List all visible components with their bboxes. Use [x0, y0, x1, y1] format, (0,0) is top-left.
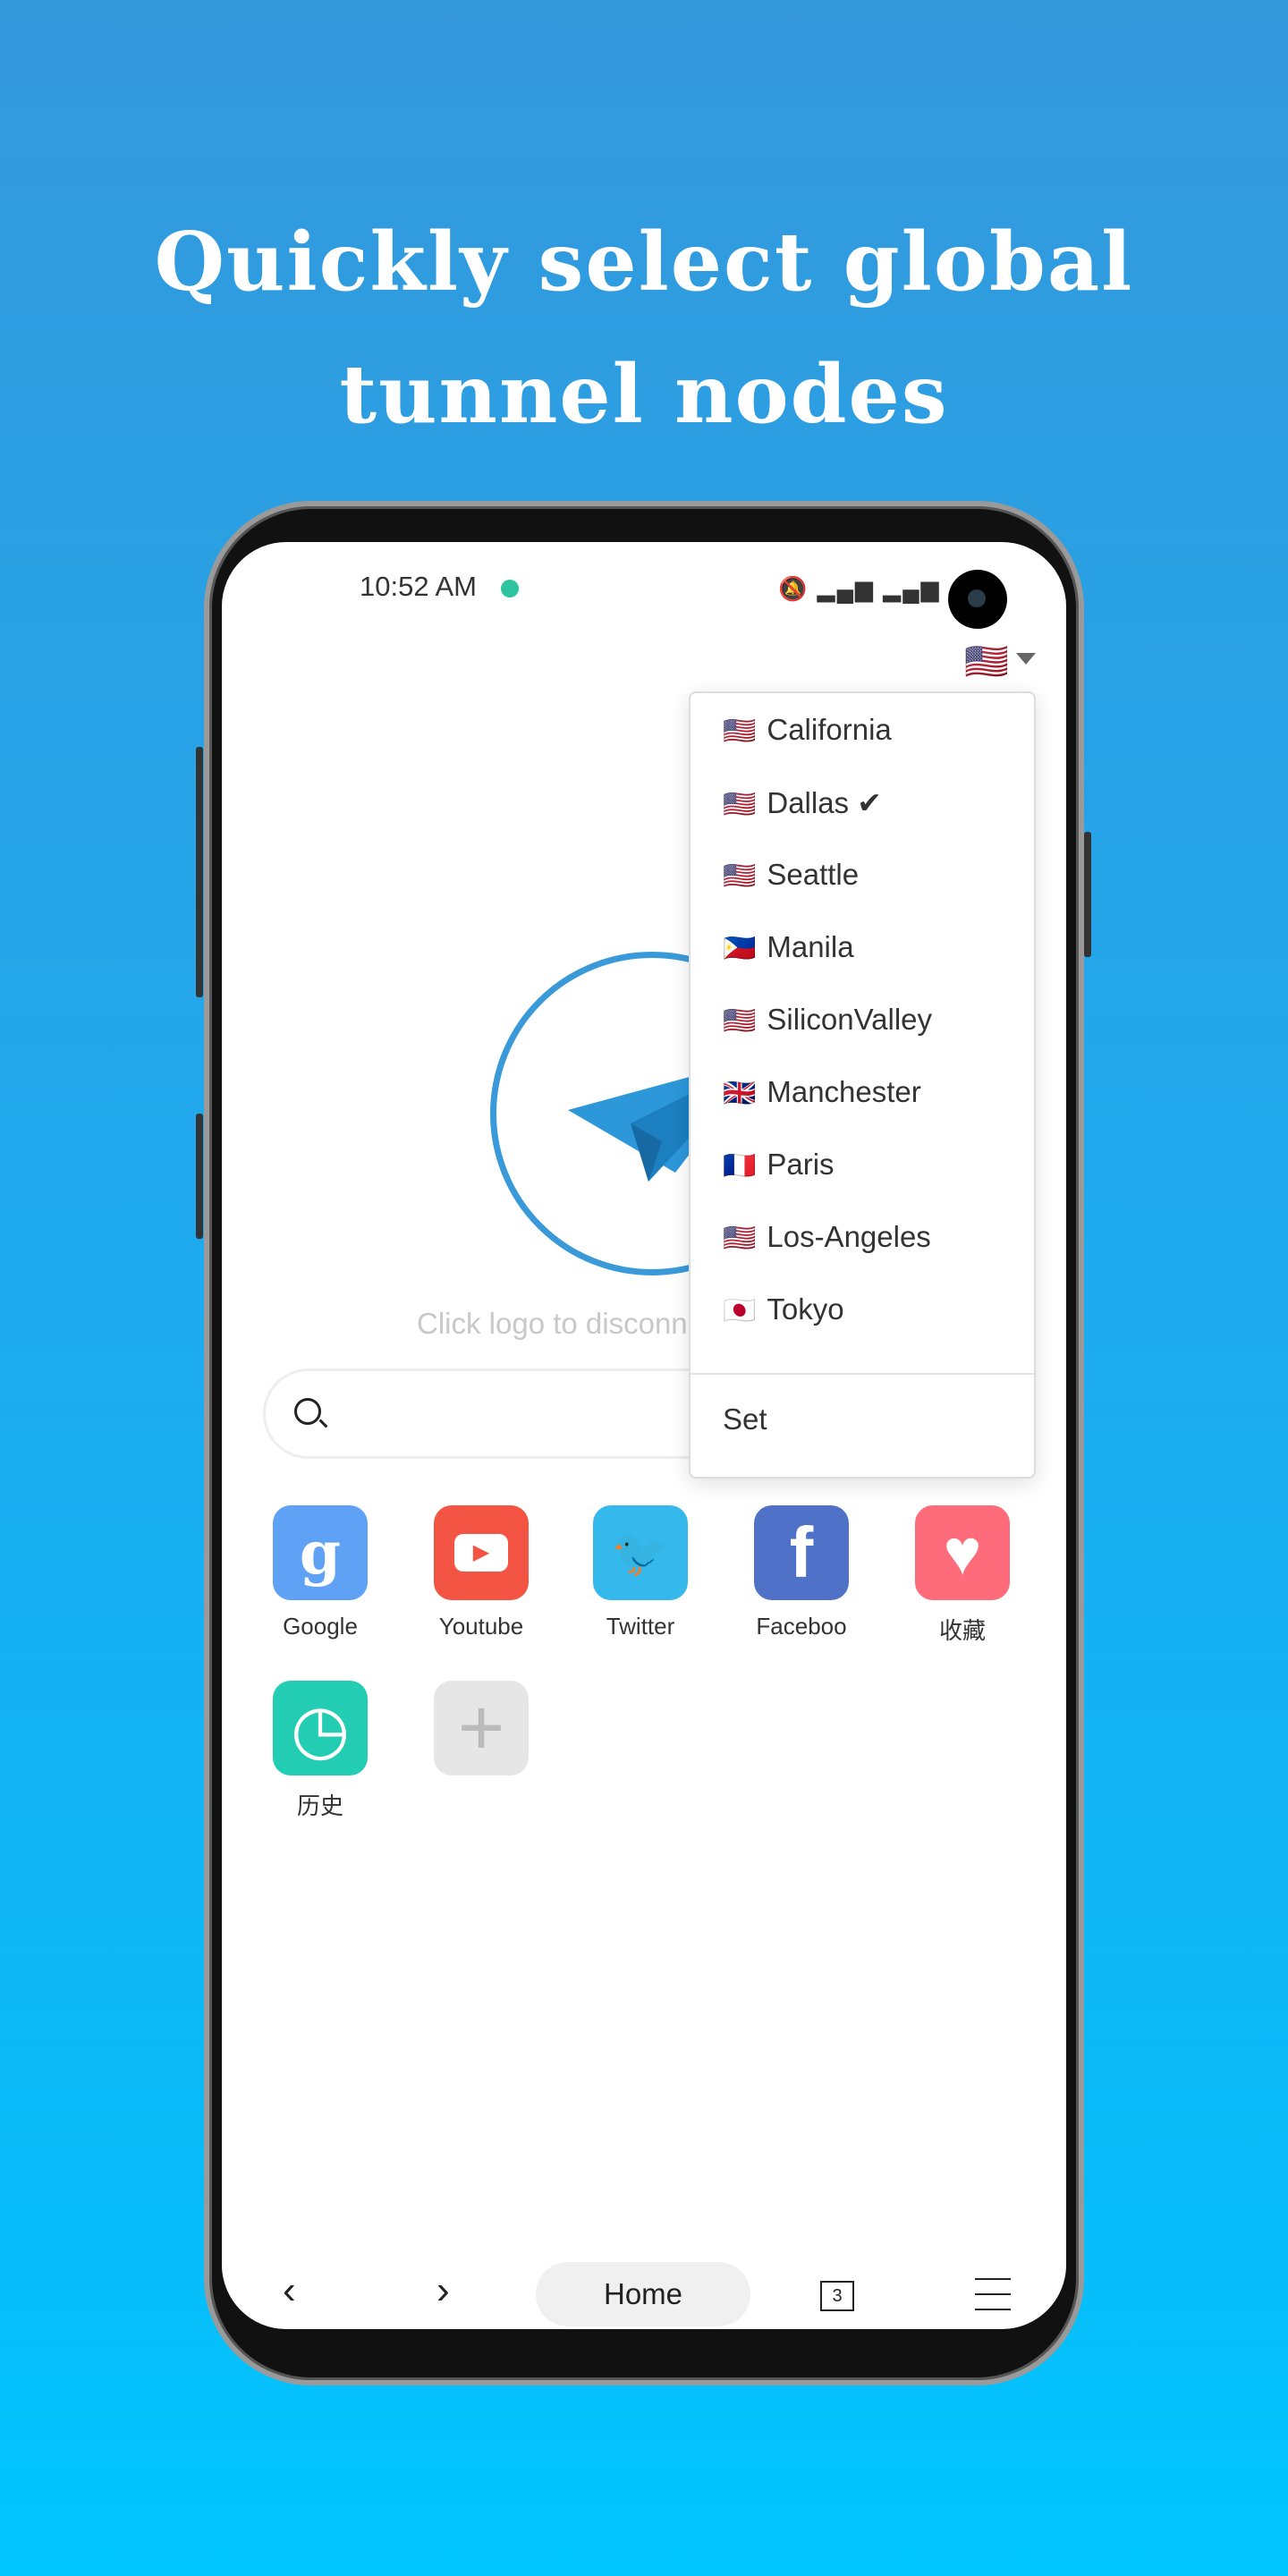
headline-line-2: tunnel nodes [339, 347, 949, 442]
us-flag-icon: 🇺🇸 [723, 861, 757, 891]
headline-line-1: Quickly select global [154, 215, 1134, 309]
google-icon: g [273, 1505, 368, 1600]
shortcut-favorites[interactable]: ♥ 收藏 [891, 1505, 1034, 1646]
twitter-icon: 🐦 [593, 1505, 688, 1600]
caret-down-icon[interactable] [1016, 653, 1036, 665]
us-flag-icon: 🇺🇸 [723, 790, 757, 819]
power-button [1084, 832, 1091, 957]
node-item-manchester[interactable]: 🇬🇧 Manchester [723, 1075, 921, 1109]
node-selector-flag[interactable]: 🇺🇸 [964, 640, 1009, 682]
back-button[interactable]: ‹ [283, 2268, 296, 2313]
node-item-manila[interactable]: 🇵🇭 Manila [723, 930, 854, 964]
shortcut-label: 历史 [296, 1792, 343, 1819]
shortcut-twitter[interactable]: 🐦 Twitter [569, 1505, 712, 1640]
shortcut-label: Twitter [606, 1613, 675, 1640]
plus-icon: + [434, 1681, 529, 1775]
facebook-icon: f [754, 1505, 849, 1600]
phone-screen: 10:52 AM 🔕 ▂▄▆ ▂▄▆ ⌔ ▭ 🇺🇸 Click logo to … [222, 542, 1066, 2329]
node-dropdown-menu: 🇺🇸 California 🇺🇸 Dallas ✔ 🇺🇸 Seattle 🇵🇭 Mani… [689, 691, 1036, 1479]
node-item-tokyo[interactable]: 🇯🇵 Tokyo [723, 1292, 844, 1326]
clock-icon: ◷ [273, 1681, 368, 1775]
shortcut-google[interactable]: g Google [249, 1505, 392, 1640]
node-item-los-angeles[interactable]: 🇺🇸 Los-Angeles [723, 1220, 931, 1254]
shortcut-facebook[interactable]: f Faceboo [730, 1505, 873, 1640]
shortcut-add[interactable]: + [410, 1681, 553, 1775]
youtube-icon: ▶ [434, 1505, 529, 1600]
jp-flag-icon: 🇯🇵 [723, 1296, 757, 1326]
node-item-paris[interactable]: 🇫🇷 Paris [723, 1148, 835, 1182]
home-button[interactable]: Home [536, 2262, 750, 2326]
us-flag-icon: 🇺🇸 [723, 1006, 757, 1036]
status-time: 10:52 AM [360, 571, 477, 602]
shortcut-label: Faceboo [756, 1613, 847, 1640]
shortcut-label: 收藏 [938, 1617, 986, 1644]
tabs-button[interactable]: 3 [820, 2281, 854, 2311]
us-flag-icon: 🇺🇸 [723, 1224, 757, 1253]
ph-flag-icon: 🇵🇭 [723, 934, 757, 963]
camera-cutout [948, 570, 1007, 629]
shortcut-history[interactable]: ◷ 历史 [249, 1681, 392, 1821]
us-flag-icon: 🇺🇸 [723, 716, 757, 746]
side-button [196, 747, 203, 997]
heart-icon: ♥ [915, 1505, 1010, 1600]
menu-icon[interactable] [975, 2278, 1011, 2324]
node-item-california[interactable]: 🇺🇸 California [723, 713, 892, 747]
shortcut-label: Google [283, 1613, 358, 1640]
menu-divider [691, 1373, 1034, 1375]
node-item-dallas[interactable]: 🇺🇸 Dallas ✔ [723, 785, 882, 820]
search-icon [294, 1398, 321, 1425]
forward-button[interactable]: › [436, 2268, 450, 2313]
side-button [196, 1114, 203, 1239]
gb-flag-icon: 🇬🇧 [723, 1079, 757, 1108]
node-item-siliconvalley[interactable]: 🇺🇸 SiliconValley [723, 1003, 932, 1037]
shortcut-youtube[interactable]: ▶ Youtube [410, 1505, 553, 1640]
fr-flag-icon: 🇫🇷 [723, 1151, 757, 1181]
node-item-seattle[interactable]: 🇺🇸 Seattle [723, 858, 859, 892]
vpn-globe-icon [501, 580, 519, 597]
disconnect-hint: Click logo to disconn [417, 1307, 688, 1340]
shortcut-label: Youtube [438, 1613, 524, 1640]
set-menu-item[interactable]: Set [723, 1402, 767, 1436]
checkmark-icon: ✔ [857, 786, 882, 819]
